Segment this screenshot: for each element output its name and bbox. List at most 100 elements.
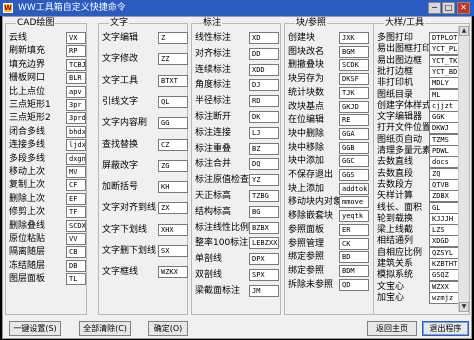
command-label: 云线 <box>9 33 28 43</box>
shortcut-input[interactable]: SCDK <box>339 59 369 71</box>
shortcut-input[interactable]: GSQZ <box>429 269 461 281</box>
command-label: 单剖线 <box>195 254 223 264</box>
shortcut-input[interactable]: XDGD <box>429 235 461 247</box>
command-label: 块上添加 <box>288 184 325 194</box>
shortcut-input[interactable]: DKWJ <box>429 122 461 134</box>
shortcut-input[interactable]: GGB <box>339 142 369 154</box>
shortcut-input[interactable]: TL <box>66 273 86 285</box>
command-label: 块另存为 <box>288 74 325 84</box>
shortcut-input[interactable]: BTXT <box>158 75 188 87</box>
shortcut-input[interactable]: MDLY <box>429 77 461 89</box>
shortcut-input[interactable]: ZDBX <box>429 190 461 202</box>
shortcut-input[interactable]: Z <box>158 32 188 44</box>
command-label: 矢样计算 <box>377 191 414 201</box>
shortcut-input[interactable]: CK <box>339 238 369 250</box>
command-label: 块中添加 <box>288 156 325 166</box>
shortcut-input[interactable]: TJK <box>339 87 369 99</box>
shortcut-input[interactable]: mmove <box>339 196 369 208</box>
group-title: 块/参照 <box>295 18 328 28</box>
shortcut-input[interactable]: BZBX <box>249 222 279 234</box>
shortcut-input[interactable]: ZZ <box>158 53 188 65</box>
shortcut-input[interactable]: 3pr <box>66 99 86 111</box>
scroll-down-icon[interactable]: ▼ <box>459 302 469 312</box>
command-label: 半径标注 <box>195 96 232 106</box>
shortcut-input[interactable]: DD <box>249 48 279 60</box>
shortcut-input[interactable]: BLR <box>66 72 86 84</box>
shortcut-input[interactable]: KH <box>158 181 188 193</box>
shortcut-input[interactable]: TZBG <box>249 190 279 202</box>
shortcut-input[interactable]: docs <box>429 156 461 168</box>
vertical-scrollbar[interactable]: ▲ ▼ <box>458 26 469 312</box>
command-label: 块中删除 <box>288 129 325 139</box>
shortcut-input[interactable]: EF <box>66 193 86 205</box>
shortcut-input[interactable]: JM <box>249 285 279 297</box>
shortcut-input[interactable]: DKSF <box>339 73 369 85</box>
shortcut-input[interactable]: apv <box>66 86 86 98</box>
shortcut-input[interactable]: GGS <box>339 169 369 181</box>
command-label: 多段多线 <box>9 154 46 164</box>
shortcut-input[interactable]: RE <box>339 114 369 126</box>
shortcut-input[interactable]: BZ <box>249 143 279 155</box>
shortcut-input[interactable]: LJ <box>249 127 279 139</box>
close-button[interactable]: ✕ <box>457 2 470 14</box>
shortcut-input[interactable]: DQ <box>249 158 279 170</box>
shortcut-input[interactable]: SX <box>158 245 188 257</box>
shortcut-input[interactable]: XD <box>249 32 279 44</box>
scroll-up-icon[interactable]: ▲ <box>459 26 469 36</box>
shortcut-input[interactable]: bhdx <box>66 126 86 138</box>
shortcut-input[interactable]: CF <box>66 179 86 191</box>
shortcut-input[interactable]: BD <box>339 251 369 263</box>
shortcut-input[interactable]: BGM <box>339 46 369 58</box>
shortcut-input[interactable]: yeqtk <box>339 210 369 222</box>
shortcut-input[interactable]: DPX <box>249 253 279 265</box>
shortcut-input[interactable]: ER <box>339 224 369 236</box>
shortcut-input[interactable]: YCT_PL <box>429 43 461 55</box>
shortcut-input[interactable]: SCDX <box>66 220 86 232</box>
shortcut-input[interactable]: DK <box>249 111 279 123</box>
shortcut-input[interactable]: TCBJ <box>66 59 86 71</box>
maximize-button[interactable]: □ <box>442 2 455 14</box>
shortcut-input[interactable]: CB <box>66 246 86 258</box>
shortcut-input[interactable]: dxgnk <box>66 153 86 165</box>
shortcut-input[interactable]: addtok <box>339 183 369 195</box>
shortcut-input[interactable]: RP <box>66 45 86 57</box>
shortcut-input[interactable]: ZX <box>158 202 188 214</box>
command-label: 闭合多线 <box>9 127 46 137</box>
shortcut-input[interactable]: CZ <box>158 139 188 151</box>
shortcut-input[interactable]: VV <box>66 233 86 245</box>
back-home-button[interactable]: 返回主页 <box>367 321 417 336</box>
shortcut-input[interactable]: XHX <box>158 224 188 236</box>
shortcut-input[interactable]: GGC <box>339 155 369 167</box>
shortcut-input[interactable]: JXK <box>339 32 369 44</box>
minimize-button[interactable]: − <box>428 2 441 14</box>
shortcut-input[interactable]: YZ <box>249 174 279 186</box>
shortcut-input[interactable]: TF <box>66 206 86 218</box>
shortcut-input[interactable]: GGA <box>339 128 369 140</box>
command-label: 移动上次 <box>9 167 46 177</box>
set-all-button[interactable]: 一键设置(S) <box>9 321 61 336</box>
ok-button[interactable]: 确定(O) <box>148 321 188 336</box>
shortcut-input[interactable]: DJ <box>249 79 279 91</box>
shortcut-input[interactable]: BG <box>249 206 279 218</box>
shortcut-input[interactable]: ljdx <box>66 139 86 151</box>
command-label: 标注原值检查 <box>195 175 250 185</box>
shortcut-input[interactable]: GG <box>158 117 188 129</box>
shortcut-input[interactable]: LEBZXX <box>249 237 279 249</box>
shortcut-input[interactable]: 3prd <box>66 112 86 124</box>
shortcut-input[interactable]: BDM <box>339 265 369 277</box>
clear-all-button[interactable]: 全部清除(C) <box>79 321 131 336</box>
shortcut-input[interactable]: DB <box>66 260 86 272</box>
shortcut-input[interactable]: VX <box>66 32 86 44</box>
shortcut-input[interactable]: MV <box>66 166 86 178</box>
shortcut-input[interactable]: RD <box>249 95 279 107</box>
shortcut-input[interactable]: XDD <box>249 64 279 76</box>
command-label: 天正标高 <box>195 191 232 201</box>
shortcut-input[interactable]: SPX <box>249 269 279 281</box>
shortcut-input[interactable]: GKJD <box>339 101 369 113</box>
shortcut-input[interactable]: wzmjz <box>429 292 461 304</box>
shortcut-input[interactable]: QL <box>158 96 188 108</box>
shortcut-input[interactable]: WZKX <box>158 266 188 278</box>
shortcut-input[interactable]: ZG <box>158 160 188 172</box>
shortcut-input[interactable]: QD <box>339 279 369 291</box>
exit-program-button[interactable]: 退出程序 <box>422 321 469 336</box>
